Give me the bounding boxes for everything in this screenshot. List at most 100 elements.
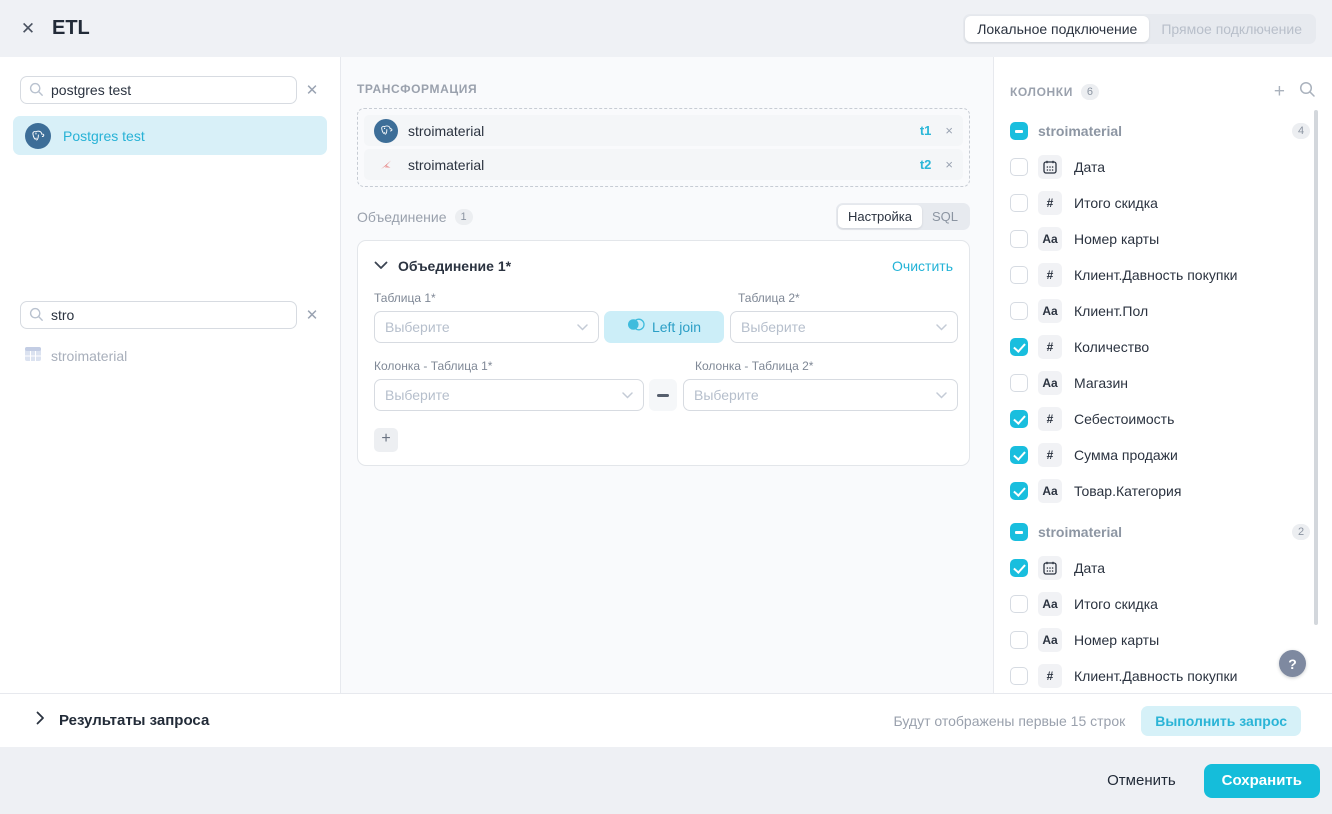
transformation-table-name: stroimaterial <box>408 157 484 173</box>
column-checkbox[interactable] <box>1010 667 1028 685</box>
column-group-header[interactable]: stroimaterial 4 <box>1010 113 1332 149</box>
column-checkbox[interactable] <box>1010 482 1028 500</box>
column-type-icon: # <box>1038 335 1062 359</box>
column2-select-placeholder: Выберите <box>694 387 759 403</box>
page-title: ETL <box>52 17 90 40</box>
run-query-button[interactable]: Выполнить запрос <box>1141 706 1301 736</box>
chevron-down-icon[interactable] <box>374 257 388 275</box>
transformation-table-row[interactable]: stroimaterial t1 × <box>364 115 963 146</box>
column-item[interactable]: # Клиент.Давность покупки <box>1010 257 1332 293</box>
column1-label: Колонка - Таблица 1* <box>374 359 492 373</box>
column-checkbox[interactable] <box>1010 194 1028 212</box>
add-join-condition-button[interactable]: + <box>374 428 398 452</box>
column-item[interactable]: Aa Итого скидка <box>1010 586 1332 622</box>
remove-table-icon[interactable]: × <box>945 123 953 138</box>
column-checkbox[interactable] <box>1010 595 1028 613</box>
column-item[interactable]: Aa Клиент.Пол <box>1010 293 1332 329</box>
column-item[interactable]: Aa Товар.Категория <box>1010 473 1332 509</box>
table2-select[interactable]: Выберите <box>730 311 958 343</box>
column-item[interactable]: # Сумма продажи <box>1010 437 1332 473</box>
transformation-panel: ТРАНСФОРМАЦИЯ stroimaterial t1 × <box>341 57 993 693</box>
group-name: stroimaterial <box>1038 524 1122 540</box>
column-checkbox[interactable] <box>1010 446 1028 464</box>
close-icon[interactable]: ✕ <box>16 17 40 41</box>
tab-settings[interactable]: Настройка <box>838 205 922 228</box>
postgres-icon <box>25 123 51 149</box>
column1-select[interactable]: Выберите <box>374 379 644 411</box>
search-columns-icon[interactable] <box>1299 81 1316 103</box>
group-checkbox[interactable] <box>1010 122 1028 140</box>
add-column-icon[interactable]: + <box>1274 85 1285 99</box>
column-item[interactable]: Aa Магазин <box>1010 365 1332 401</box>
union-view-switch: Настройка SQL <box>836 203 970 230</box>
column-checkbox[interactable] <box>1010 230 1028 248</box>
column-type-icon: # <box>1038 443 1062 467</box>
column-type-icon: Aa <box>1038 227 1062 251</box>
column2-select[interactable]: Выберите <box>683 379 958 411</box>
query-results-bar: Результаты запроса Будут отображены перв… <box>0 693 1332 747</box>
clear-table-search-icon[interactable]: ✕ <box>297 306 327 324</box>
save-button[interactable]: Сохранить <box>1204 764 1320 798</box>
group-checkbox[interactable] <box>1010 523 1028 541</box>
transformation-header: ТРАНСФОРМАЦИЯ <box>357 82 970 96</box>
table-item-stroimaterial[interactable]: stroimaterial <box>13 343 327 369</box>
cancel-button[interactable]: Отменить <box>1107 772 1176 789</box>
results-note: Будут отображены первые 15 строк <box>894 713 1126 729</box>
column-item[interactable]: # Себестоимость <box>1010 401 1332 437</box>
column-item[interactable]: Aa Номер карты <box>1010 221 1332 257</box>
column-label: Сумма продажи <box>1074 447 1178 463</box>
tab-sql[interactable]: SQL <box>922 205 968 228</box>
column-type-icon <box>1038 556 1062 580</box>
column-checkbox[interactable] <box>1010 631 1028 649</box>
tab-local-connection[interactable]: Локальное подключение <box>965 16 1149 42</box>
column-item[interactable]: Дата <box>1010 149 1332 185</box>
table2-label: Таблица 2* <box>738 291 800 305</box>
table1-select[interactable]: Выберите <box>374 311 599 343</box>
column-item[interactable]: # Количество <box>1010 329 1332 365</box>
sources-panel: ✕ Postgres test ✕ stroimaterial <box>0 57 341 693</box>
chevron-right-icon[interactable] <box>36 711 45 730</box>
results-title[interactable]: Результаты запроса <box>59 712 209 729</box>
join-type-button[interactable]: Left join <box>604 311 724 343</box>
column-checkbox[interactable] <box>1010 158 1028 176</box>
dataset-icon <box>374 158 398 172</box>
column-checkbox[interactable] <box>1010 302 1028 320</box>
group-count-badge: 2 <box>1292 524 1310 540</box>
column-checkbox[interactable] <box>1010 374 1028 392</box>
left-join-icon <box>627 318 645 336</box>
transformation-table-row[interactable]: stroimaterial t2 × <box>364 149 963 180</box>
remove-table-icon[interactable]: × <box>945 157 953 172</box>
column-checkbox[interactable] <box>1010 559 1028 577</box>
column-type-icon: # <box>1038 407 1062 431</box>
column-checkbox[interactable] <box>1010 410 1028 428</box>
search-icon <box>29 307 44 327</box>
column-label: Дата <box>1074 560 1105 576</box>
clear-connection-search-icon[interactable]: ✕ <box>297 81 327 99</box>
table-item-label: stroimaterial <box>51 348 127 364</box>
table-search-input[interactable] <box>20 301 297 329</box>
column-type-icon: # <box>1038 191 1062 215</box>
column-checkbox[interactable] <box>1010 338 1028 356</box>
clear-join-link[interactable]: Очистить <box>892 258 953 274</box>
column-label: Товар.Категория <box>1074 483 1181 499</box>
columns-count-badge: 6 <box>1081 84 1099 100</box>
column-item[interactable]: # Итого скидка <box>1010 185 1332 221</box>
columns-scrollbar[interactable] <box>1314 110 1318 625</box>
column-item[interactable]: Дата <box>1010 550 1332 586</box>
column-checkbox[interactable] <box>1010 266 1028 284</box>
column-label: Себестоимость <box>1074 411 1174 427</box>
join-title: Объединение 1* <box>398 258 511 274</box>
columns-panel: КОЛОНКИ 6 + stroimaterial 4 <box>993 57 1332 693</box>
connection-item-postgres-test[interactable]: Postgres test <box>13 116 327 155</box>
tab-direct-connection[interactable]: Прямое подключение <box>1149 16 1314 42</box>
help-button[interactable]: ? <box>1279 650 1306 677</box>
transformation-table-name: stroimaterial <box>408 123 484 139</box>
column-label: Количество <box>1074 339 1149 355</box>
column-group-header[interactable]: stroimaterial 2 <box>1010 514 1332 550</box>
table2-select-placeholder: Выберите <box>741 319 806 335</box>
connection-mode-switch: Локальное подключение Прямое подключение <box>963 14 1316 44</box>
connection-search-input[interactable] <box>20 76 297 104</box>
postgres-icon <box>374 119 398 143</box>
column-label: Клиент.Давность покупки <box>1074 267 1237 283</box>
column-type-icon: # <box>1038 664 1062 688</box>
